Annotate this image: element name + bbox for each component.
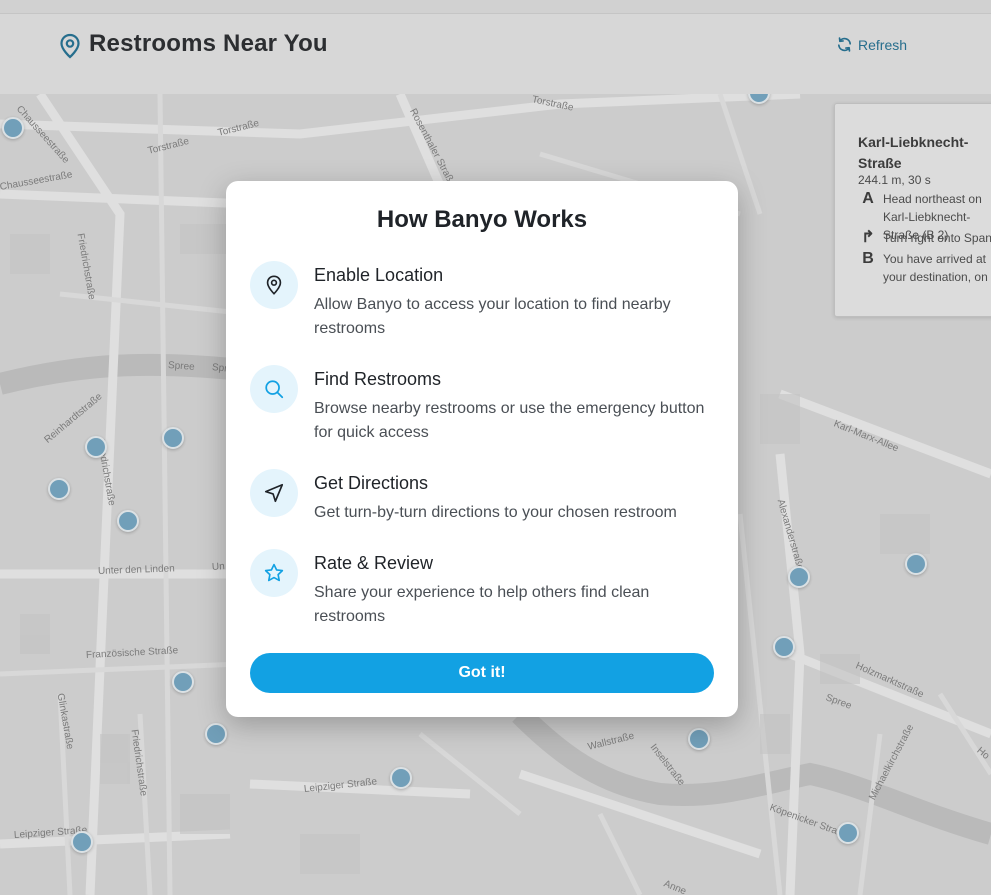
step-title: Enable Location (314, 265, 444, 285)
search-icon (265, 380, 284, 399)
onboarding-modal: How Banyo Works Enable Location Allow Ba… (226, 181, 738, 717)
icon-circle (250, 365, 298, 413)
navigation-icon (264, 483, 284, 503)
step-title: Rate & Review (314, 553, 434, 573)
step-description: Get turn-by-turn directions to your chos… (314, 504, 677, 521)
map-pin-icon (266, 275, 282, 295)
step-description: Share your experience to help others fin… (314, 584, 650, 625)
step-description: Browse nearby restrooms or use the emerg… (314, 400, 705, 441)
got-it-button[interactable]: Got it! (250, 653, 714, 693)
icon-circle (250, 549, 298, 597)
step-title: Get Directions (314, 473, 429, 493)
icon-circle (250, 261, 298, 309)
step-description: Allow Banyo to access your location to f… (314, 296, 671, 337)
step-title: Find Restrooms (314, 369, 442, 389)
star-icon (264, 563, 284, 582)
modal-title: How Banyo Works (376, 206, 588, 233)
icon-circle (250, 469, 298, 517)
